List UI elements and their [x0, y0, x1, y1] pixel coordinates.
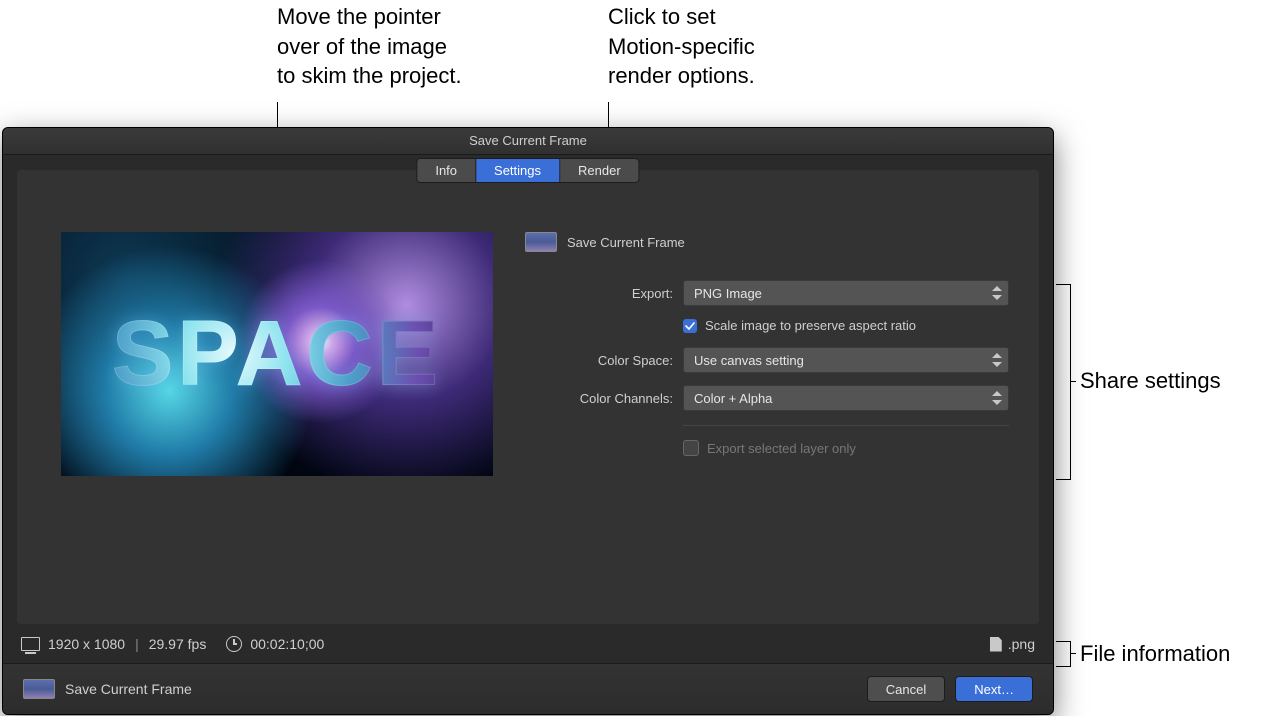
- callout-share: Share settings: [1080, 366, 1221, 396]
- export-label: Export:: [525, 286, 683, 301]
- updown-arrows-icon: [992, 286, 1002, 300]
- info-extension: .png: [1008, 636, 1035, 652]
- tab-group: Info Settings Render: [416, 158, 639, 183]
- info-fps: 29.97 fps: [149, 636, 207, 652]
- clock-icon: [226, 636, 242, 652]
- color-channels-value: Color + Alpha: [694, 391, 772, 406]
- scale-aspect-checkbox[interactable]: [683, 319, 697, 333]
- cancel-button[interactable]: Cancel: [867, 676, 945, 702]
- callout-fileinfo: File information: [1080, 639, 1230, 669]
- dialog-footer: Save Current Frame Cancel Next…: [3, 663, 1053, 714]
- window-title: Save Current Frame: [3, 128, 1053, 155]
- color-channels-label: Color Channels:: [525, 391, 683, 406]
- next-button[interactable]: Next…: [955, 676, 1033, 702]
- bracket-share-stem: [1070, 381, 1076, 382]
- color-space-popup[interactable]: Use canvas setting: [683, 347, 1009, 373]
- tab-settings[interactable]: Settings: [476, 159, 560, 182]
- info-divider: |: [135, 636, 139, 652]
- tab-render[interactable]: Render: [560, 159, 639, 182]
- footer-title: Save Current Frame: [65, 681, 192, 697]
- file-icon: [990, 637, 1002, 652]
- tab-info[interactable]: Info: [417, 159, 476, 182]
- content-area: Info Settings Render SPACE Save Current …: [17, 170, 1039, 624]
- form-header: Save Current Frame: [525, 232, 1009, 252]
- callout-render: Click to set Motion-specific render opti…: [608, 2, 755, 91]
- preview-overlay-text: SPACE: [61, 302, 493, 407]
- footer-thumbnail: [23, 679, 55, 699]
- info-timecode: 00:02:10;00: [250, 636, 324, 652]
- updown-arrows-icon: [992, 391, 1002, 405]
- preset-thumbnail: [525, 232, 557, 252]
- form-header-title: Save Current Frame: [567, 235, 685, 250]
- color-space-label: Color Space:: [525, 353, 683, 368]
- bracket-share: [1056, 284, 1071, 480]
- export-selected-layer-checkbox: [683, 440, 699, 456]
- save-current-frame-dialog: Save Current Frame Info Settings Render …: [2, 127, 1054, 715]
- export-value: PNG Image: [694, 286, 762, 301]
- info-bar: 1920 x 1080 | 29.97 fps 00:02:10;00 .png: [17, 624, 1039, 664]
- preview-image[interactable]: SPACE: [61, 232, 493, 476]
- color-channels-popup[interactable]: Color + Alpha: [683, 385, 1009, 411]
- bracket-fileinfo-stem: [1070, 653, 1076, 654]
- export-selected-layer-label: Export selected layer only: [707, 441, 856, 456]
- separator: [683, 425, 1009, 426]
- color-space-value: Use canvas setting: [694, 353, 804, 368]
- scale-aspect-label: Scale image to preserve aspect ratio: [705, 318, 916, 333]
- export-popup[interactable]: PNG Image: [683, 280, 1009, 306]
- screen-icon: [21, 637, 40, 651]
- info-dimensions: 1920 x 1080: [48, 636, 125, 652]
- settings-form: Save Current Frame Export: PNG Image Sca…: [525, 232, 1009, 470]
- bracket-fileinfo: [1056, 641, 1071, 667]
- callout-skim: Move the pointer over of the image to sk…: [277, 2, 462, 91]
- updown-arrows-icon: [992, 353, 1002, 367]
